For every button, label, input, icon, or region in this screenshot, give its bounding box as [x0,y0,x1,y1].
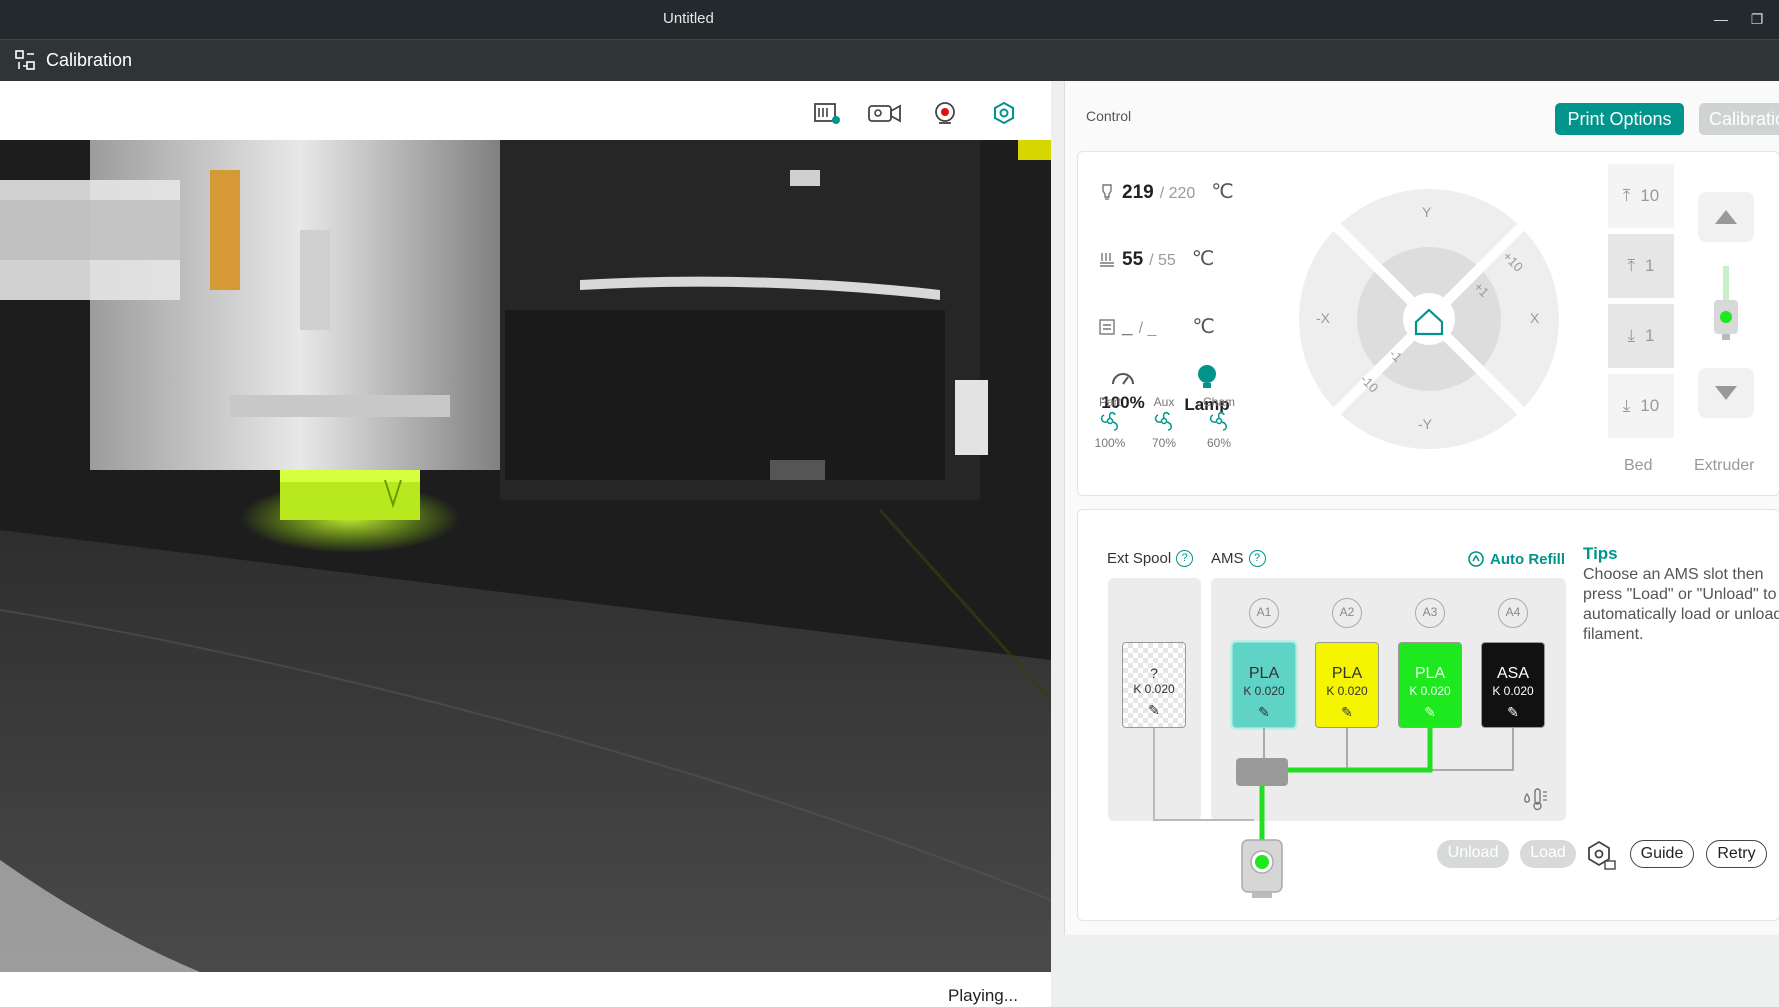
fan-aux-pct: 70% [1151,436,1177,450]
video-status: Playing... [948,986,1018,1005]
fan-chamber-pct: 60% [1206,436,1232,450]
tab-calibration[interactable]: Calibration [14,49,132,71]
nozzle-icon [1102,184,1112,200]
lamp-icon [1198,365,1216,388]
window-title: Untitled [663,10,714,27]
tab-label: Calibration [46,49,133,70]
settings-icon[interactable] [989,101,1019,125]
nozzle-unit: ℃ [1211,181,1234,203]
nozzle-temp[interactable]: 219 / 220 ℃ [1098,179,1234,204]
webcam-icon[interactable] [930,101,960,125]
fan-aux[interactable]: Aux 70% [1142,395,1186,450]
bed-down-10-button[interactable]: ⤓ 10 [1608,374,1674,438]
recording-icon[interactable] [866,101,904,125]
extruder-up-button[interactable] [1698,192,1754,242]
arrow-down-icon: ⤓ [1627,326,1636,345]
jog-wheel[interactable]: Y -Y X -X +10 +1 -1 -10 [1298,188,1560,450]
chamber-unit: ℃ [1192,316,1215,338]
bed-temp[interactable]: 55 / 55 ℃ [1098,246,1214,271]
tab-bar: Calibration [0,39,1779,81]
arrow-up-icon: ⤒ [1622,186,1631,205]
fan-icon [1100,411,1118,431]
minimize-button[interactable]: — [1710,8,1732,30]
calibration-icon [15,50,35,70]
nozzle-target: / 220 [1159,185,1196,202]
extruder-icon [1714,266,1738,340]
arrow-down-icon: ⤓ [1622,396,1631,415]
bed-current: 55 [1122,249,1144,270]
control-header: Control Print Options Calibration [1065,81,1779,143]
nozzle-current: 219 [1122,182,1154,203]
fan-part-pct: 100% [1094,436,1126,450]
fan-icon [1154,411,1172,431]
fan-chamber-label: Cham [1202,395,1235,409]
tips-title: Tips [1583,544,1618,563]
speed-icon [1112,373,1134,385]
control-label: Control [1086,108,1132,124]
maximize-button[interactable]: ❐ [1746,8,1768,30]
triangle-up-icon [1715,210,1737,224]
calibration-button[interactable]: Calibration [1699,103,1779,135]
window-titlebar: Untitled — ❐ [0,0,1779,39]
guide-button[interactable]: Guide [1630,840,1694,868]
fan-chamber[interactable]: Cham 60% [1197,395,1241,450]
bed-down-1-button[interactable]: ⤓ 1 [1608,304,1674,368]
ams-card: Ext Spool ? AMS ? Auto Refill ? K 0.020 … [1077,509,1779,921]
bed-unit: ℃ [1191,248,1215,270]
fan-part[interactable]: Part 100% [1088,395,1132,450]
triangle-down-icon [1715,386,1737,400]
bed-down-10-label: 10 [1640,396,1660,415]
bed-up-1-label: 1 [1645,256,1655,275]
ams-settings-icon[interactable] [1585,839,1617,871]
video-panel: Playing... [0,81,1051,1007]
jog-y-neg[interactable]: -Y [1418,416,1432,432]
chamber-icon [1099,319,1115,335]
extruder-label: Extruder [1694,457,1755,474]
extruder-down-button[interactable] [1698,368,1754,418]
chamber-temp[interactable]: _ / _ ℃ [1098,314,1215,339]
bed-up-10-button[interactable]: ⤒ 10 [1608,164,1674,228]
jog-x-pos[interactable]: X [1530,310,1539,326]
sd-card-icon[interactable] [812,101,842,125]
arrow-up-icon: ⤒ [1627,256,1636,275]
load-button[interactable]: Load [1520,840,1576,868]
camera-feed [0,140,1051,972]
bed-up-10-label: 10 [1640,186,1660,205]
fan-aux-label: Aux [1153,395,1175,409]
control-panel: Control Print Options Calibration 219 / … [1064,81,1779,935]
fan-icon [1209,411,1227,431]
video-toolbar [0,81,1051,140]
unload-button[interactable]: Unload [1437,840,1509,868]
bed-heat-icon [1100,253,1114,267]
chamber-current: _ [1122,317,1133,338]
retry-button[interactable]: Retry [1706,840,1767,868]
bed-down-1-label: 1 [1645,326,1655,345]
jog-x-neg[interactable]: -X [1316,310,1330,326]
control-card: 219 / 220 ℃ 55 / 55 ℃ _ / _ ℃ 100% Lamp … [1077,151,1779,496]
tips-text: Choose an AMS slot then press "Load" or … [1583,566,1779,643]
print-options-button[interactable]: Print Options [1555,103,1684,135]
bed-label: Bed [1624,457,1653,474]
camera-frame-image [0,140,1051,972]
fan-part-label: Part [1098,395,1121,409]
jog-y-pos[interactable]: Y [1422,204,1431,220]
bed-target: / 55 [1149,252,1176,269]
bed-up-1-button[interactable]: ⤒ 1 [1608,234,1674,298]
chamber-target: / _ [1138,320,1157,337]
jog-wheel-graphic [1299,189,1559,449]
